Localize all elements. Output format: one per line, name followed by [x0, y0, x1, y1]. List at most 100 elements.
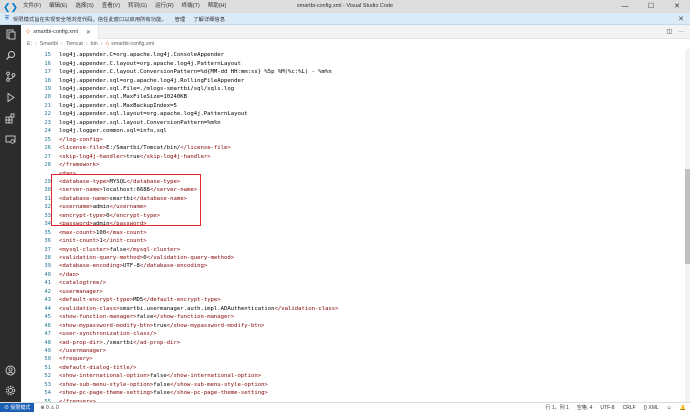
breadcrumb-item[interactable]: smartbi-config.xml	[111, 41, 154, 47]
split-editor-icon[interactable]: ◫	[666, 25, 672, 39]
line-text: log4j.logger.common.sql=info,sql	[59, 128, 167, 135]
tab-smartbi-config[interactable]: ⧼⧽ smartbi-config.xml ✕	[21, 25, 99, 39]
status-indentation[interactable]: 空格: 4	[577, 403, 593, 412]
line-number: 35	[44, 229, 51, 236]
menu-bar: 文件(F) 编辑(E) 选择(S) 查看(V) 转到(G) 运行(R) 终端(T…	[19, 0, 230, 13]
code-line[interactable]: 23 log4j.appender.sql.layout.ConversionPa…	[21, 119, 221, 127]
status-restricted-mode[interactable]: ⊘ 受限模式	[0, 402, 35, 412]
code-line[interactable]: 36 <init-count>1</init-count>	[21, 237, 146, 245]
vertical-scrollbar[interactable]	[685, 49, 690, 402]
menu-file[interactable]: 文件(F)	[19, 0, 45, 13]
code-line[interactable]: 41 <catalogtree/>	[21, 279, 106, 287]
breadcrumb-item[interactable]: bin	[91, 41, 98, 47]
code-line[interactable]: 35 <max-count>100</max-count>	[21, 228, 146, 236]
code-line[interactable]: 42 <usermanager>	[21, 288, 102, 296]
code-line[interactable]: 18 log4j.appender.sql=org.apache.log4j.Ro…	[21, 76, 244, 84]
code-line[interactable]: 24 log4j.logger.common.sql=info,sql	[21, 127, 167, 135]
code-line[interactable]: 38 <validation-query-method>0</validation…	[21, 254, 234, 262]
breadcrumb-item[interactable]: E:	[27, 41, 32, 47]
line-number: 42	[44, 288, 51, 295]
breadcrumb-item[interactable]: Tomcat	[66, 41, 83, 47]
line-number: 16	[44, 60, 51, 67]
line-number: 53	[44, 381, 51, 388]
explorer-icon[interactable]	[0, 25, 21, 43]
account-icon[interactable]	[0, 361, 21, 379]
banner-manage-link[interactable]: 管理	[175, 15, 186, 23]
notifications-bell-icon[interactable]: 🔔	[680, 403, 686, 412]
code-line[interactable]: 17 log4j.appender.C.layout.ConversionPatt…	[21, 68, 331, 76]
tab-close-button[interactable]: ✕	[86, 29, 91, 36]
code-line[interactable]: 45 <show-function-manager>false</show-fun…	[21, 313, 234, 321]
code-line[interactable]: 27 <skip-log4j-handler>true</skip-log4j-h…	[21, 152, 210, 160]
code-line[interactable]: 48 <ad-prop-dir>./smartbi</ad-prop-dir>	[21, 338, 180, 346]
code-line[interactable]: 25 </log-config>	[21, 136, 102, 144]
vscode-logo-icon: ❮❯	[3, 1, 19, 12]
menu-terminal[interactable]: 终端(T)	[178, 0, 204, 13]
code-line[interactable]: 15 log4j.appender.C=org.apache.log4j.Cons…	[21, 51, 224, 59]
feedback-icon[interactable]: ☺	[667, 403, 672, 412]
code-line[interactable]: 51 <default-dialog-title/>	[21, 364, 136, 372]
run-debug-icon[interactable]	[0, 88, 21, 106]
line-number: 37	[44, 246, 51, 253]
line-number: 38	[44, 255, 51, 262]
line-number: 48	[44, 339, 51, 346]
menu-selection[interactable]: 选择(S)	[71, 0, 97, 13]
code-line[interactable]: 50 <frequery>	[21, 355, 92, 363]
menu-view[interactable]: 查看(V)	[98, 0, 124, 13]
code-line[interactable]: 21 log4j.appender.sql.MaxBackupIndex=5	[21, 102, 177, 110]
search-icon[interactable]	[0, 46, 21, 64]
line-number: 28	[44, 162, 51, 169]
code-line[interactable]: 20 log4j.appender.sql.MaxFileSize=10240KB	[21, 93, 187, 101]
restricted-mode-banner: ⛨ 受限模式旨在实现安全地浏览代码。信任此窗口以启用所有功能。 管理 了解详细信…	[0, 13, 690, 25]
xml-file-icon: ⧼⧽	[26, 28, 31, 35]
more-actions-icon[interactable]: ···	[678, 25, 684, 39]
code-line[interactable]: 53 <show-sub-menu-style-option>false</sho…	[21, 381, 267, 389]
menu-run[interactable]: 运行(R)	[151, 0, 178, 13]
code-line[interactable]: 16 log4j.appender.C.layout=org.apache.log…	[21, 59, 240, 67]
extensions-icon[interactable]	[0, 109, 21, 127]
line-text: log4j.appender.sql.layout.ConversionPatt…	[59, 119, 221, 126]
banner-learn-more-link[interactable]: 了解详细信息	[193, 15, 225, 23]
code-line[interactable]: 46 <show-mypassword-modify-btn>true</show…	[21, 321, 264, 329]
menu-help[interactable]: 帮助(H)	[204, 0, 231, 13]
line-number: 54	[44, 390, 51, 397]
line-text: log4j.appender.sql.layout=org.apache.log…	[59, 111, 248, 118]
line-text: <ad-prop-dir>./smartbi</ad-prop-dir>	[59, 339, 181, 346]
code-line[interactable]: 39 <database-encoding>UTF-8</database-enc…	[21, 262, 207, 270]
code-line[interactable]: 43 <default-encrypt-type>MD5</default-enc…	[21, 296, 220, 304]
breadcrumb-item[interactable]: Smartbi	[40, 41, 58, 47]
status-eol[interactable]: CRLF	[623, 403, 636, 412]
close-window-button[interactable]: ✕	[664, 0, 690, 13]
source-control-icon[interactable]	[0, 67, 21, 85]
minimize-button[interactable]: —	[612, 0, 638, 13]
line-number: 25	[44, 136, 51, 143]
line-number: 34	[44, 221, 51, 228]
code-line[interactable]: 47 <user-synchronization-class/>	[21, 330, 156, 338]
status-problems[interactable]: ⊗ 0 ⚠ 0	[40, 405, 58, 411]
code-line[interactable]: 28 </framework>	[21, 161, 99, 169]
scrollbar-thumb[interactable]	[685, 169, 690, 264]
status-encoding[interactable]: UTF-8	[600, 403, 614, 412]
code-line[interactable]: 19 log4j.appender.sql.File=./mlogs-smartb…	[21, 85, 234, 93]
line-number: 51	[44, 364, 51, 371]
menu-go[interactable]: 转到(G)	[124, 0, 151, 13]
status-cursor-position[interactable]: 行 1，列 1	[546, 403, 569, 412]
code-line[interactable]: 40 </dao>	[21, 271, 79, 279]
code-line[interactable]: 22 log4j.appender.sql.layout=org.apache.l…	[21, 110, 248, 118]
remote-explorer-icon[interactable]	[0, 130, 21, 148]
code-line[interactable]: 26 <license-file>E:/Smartbi/Tomcat/bin/</…	[21, 144, 230, 152]
code-line[interactable]: 44 <validation-class>smartbi.usermanager.…	[21, 305, 338, 313]
status-language-mode[interactable]: {} XML	[644, 403, 659, 412]
line-text: <show-international-option>false</show-i…	[59, 373, 262, 380]
banner-close-button[interactable]: ✕	[678, 15, 684, 23]
menu-edit[interactable]: 编辑(E)	[45, 0, 71, 13]
line-number: 18	[44, 77, 51, 84]
line-number: 39	[44, 263, 51, 270]
maximize-button[interactable]: ☐	[638, 0, 664, 13]
code-editor[interactable]: 15 log4j.appender.C=org.apache.log4j.Cons…	[21, 49, 685, 402]
code-line[interactable]: 52 <show-international-option>false</show…	[21, 372, 261, 380]
code-line[interactable]: 37 <mysql-cluster>false</mysql-cluster>	[21, 245, 180, 253]
code-line[interactable]: 54 <show-pc-page-theme-setting>false</sho…	[21, 389, 267, 397]
code-line[interactable]: 49 </usermanager>	[21, 347, 106, 355]
settings-gear-icon[interactable]	[0, 381, 21, 399]
